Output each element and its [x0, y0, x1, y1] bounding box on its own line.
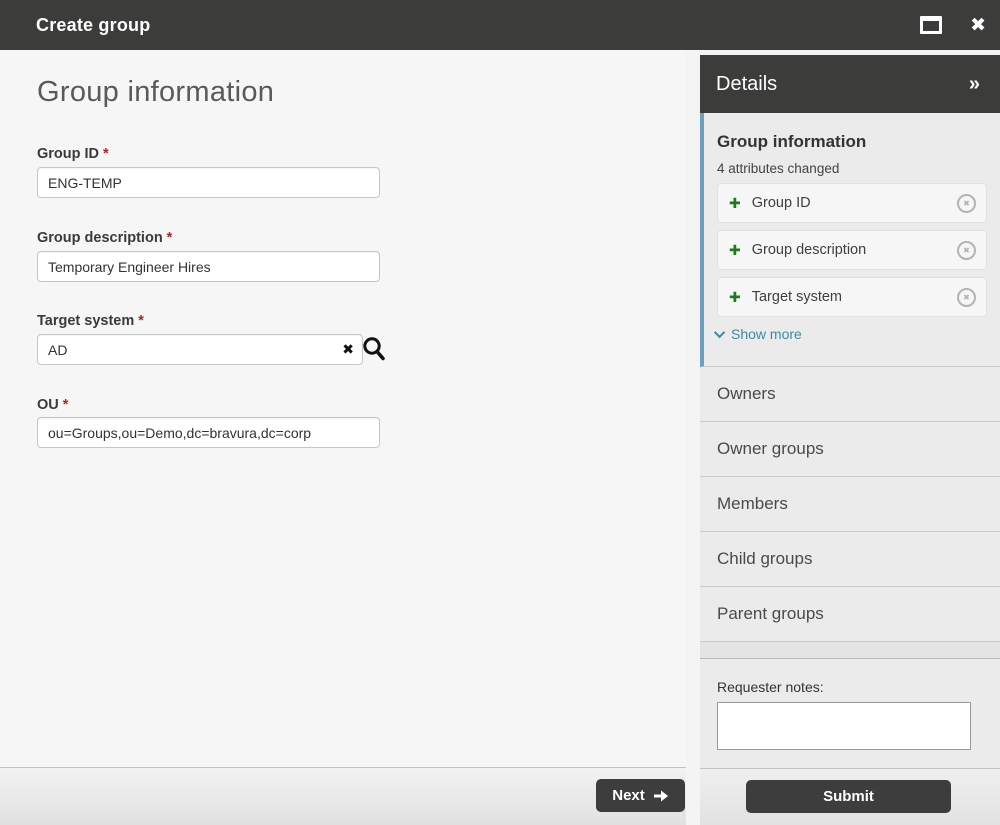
submit-button[interactable]: Submit	[746, 780, 951, 813]
sidebar-section-group-information: Group information 4 attributes changed ✚…	[700, 113, 1000, 367]
close-icon[interactable]: ✖	[970, 16, 986, 35]
section-label: Owners	[717, 384, 776, 404]
plus-icon: ✚	[729, 195, 741, 212]
ou-label: OU*	[37, 397, 68, 413]
group-description-label: Group description*	[37, 230, 172, 246]
dialog-title: Create group	[36, 15, 150, 36]
group-id-label-text: Group ID	[37, 146, 99, 162]
required-asterisk: *	[63, 397, 69, 413]
target-system-label-text: Target system	[37, 313, 134, 329]
chip-label: Group description	[752, 242, 866, 258]
panel-gap	[686, 50, 700, 825]
changed-attribute-chip: ✚ Target system ✖	[717, 277, 987, 317]
chevron-down-icon	[714, 327, 725, 338]
group-id-input[interactable]	[37, 167, 380, 198]
details-sidebar: Details » Group information 4 attributes…	[700, 50, 1000, 825]
sidebar-section-owner-groups[interactable]: Owner groups	[700, 422, 1000, 477]
target-system-field: ✖	[37, 334, 363, 365]
chip-label: Target system	[752, 289, 842, 305]
group-description-input[interactable]	[37, 251, 380, 282]
chip-label: Group ID	[752, 195, 811, 211]
changed-attribute-chip: ✚ Group description ✖	[717, 230, 987, 270]
requester-notes-input[interactable]	[717, 702, 971, 750]
sidebar-section-members[interactable]: Members	[700, 477, 1000, 532]
group-information-title[interactable]: Group information	[717, 113, 987, 152]
section-label: Members	[717, 494, 788, 514]
next-button[interactable]: Next	[596, 779, 685, 812]
section-label: Child groups	[717, 549, 812, 569]
undo-change-icon[interactable]: ✖	[957, 241, 976, 260]
show-more-label: Show more	[731, 326, 802, 342]
main-footer: Next	[0, 767, 686, 825]
ou-label-text: OU	[37, 397, 59, 413]
next-button-label: Next	[612, 787, 645, 804]
sidebar-section-child-groups[interactable]: Child groups	[700, 532, 1000, 587]
group-id-label: Group ID*	[37, 146, 109, 162]
required-asterisk: *	[167, 230, 173, 246]
requester-notes-area: Requester notes:	[700, 659, 1000, 755]
sidebar-footer: Submit	[700, 768, 1000, 825]
attributes-changed-status: 4 attributes changed	[717, 161, 987, 176]
details-title: Details	[716, 73, 777, 96]
create-group-dialog: Create group ✖ Group information Group I…	[0, 0, 1000, 825]
group-description-label-text: Group description	[37, 230, 163, 246]
collapse-sidebar-icon[interactable]: »	[969, 73, 980, 96]
requester-notes-label: Requester notes:	[717, 679, 983, 695]
plus-icon: ✚	[729, 289, 741, 306]
required-asterisk: *	[103, 146, 109, 162]
ou-input[interactable]	[37, 417, 380, 448]
titlebar-icons: ✖	[920, 0, 986, 50]
plus-icon: ✚	[729, 242, 741, 259]
details-header[interactable]: Details »	[700, 55, 1000, 113]
search-icon[interactable]	[362, 336, 386, 362]
undo-change-icon[interactable]: ✖	[957, 288, 976, 307]
submit-button-label: Submit	[823, 788, 874, 805]
sidebar-spacer	[700, 642, 1000, 659]
arrow-right-icon	[654, 790, 669, 802]
sidebar-section-owners[interactable]: Owners	[700, 367, 1000, 422]
target-system-input[interactable]	[37, 334, 363, 365]
section-label: Owner groups	[717, 439, 824, 459]
changed-attribute-chip: ✚ Group ID ✖	[717, 183, 987, 223]
sidebar-section-parent-groups[interactable]: Parent groups	[700, 587, 1000, 642]
undo-change-icon[interactable]: ✖	[957, 194, 976, 213]
page-title: Group information	[37, 76, 274, 109]
maximize-icon[interactable]	[920, 16, 942, 34]
titlebar: Create group ✖	[0, 0, 1000, 50]
target-system-label: Target system*	[37, 313, 144, 329]
section-label: Parent groups	[717, 604, 824, 624]
required-asterisk: *	[138, 313, 144, 329]
main-panel: Group information Group ID* Group descri…	[0, 50, 686, 825]
clear-icon[interactable]: ✖	[342, 342, 354, 356]
show-more-link[interactable]: Show more	[717, 326, 987, 342]
